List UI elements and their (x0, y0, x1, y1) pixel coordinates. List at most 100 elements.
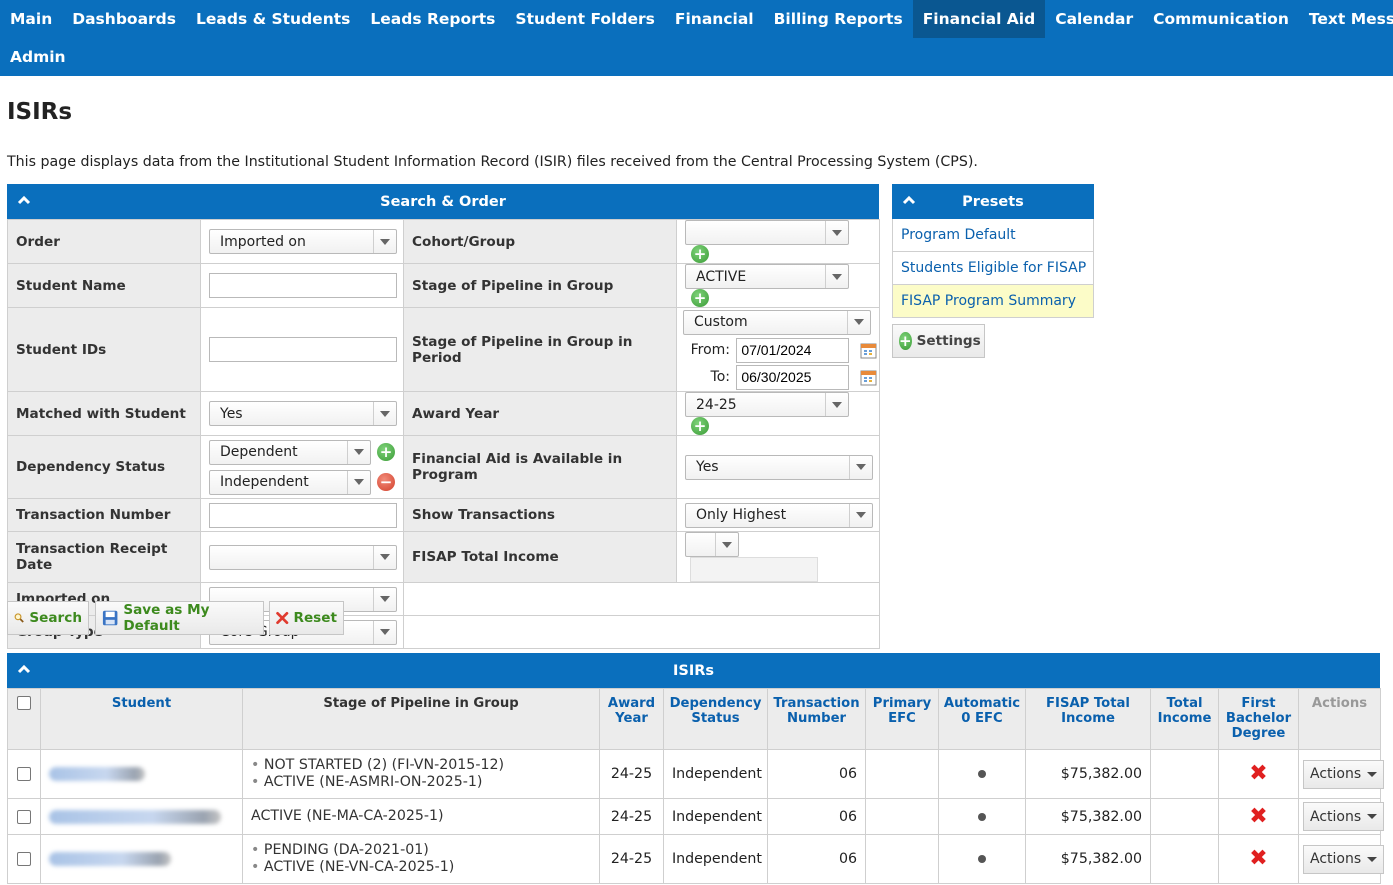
chevron-down-icon (347, 470, 370, 494)
student-link[interactable] (40, 749, 243, 799)
nav-item-financial-aid[interactable]: Financial Aid (912, 0, 1046, 38)
primary-efc-cell (865, 749, 939, 799)
stage-entry: ACTIVE (NE-ASMRI-ON-2025-1) (263, 774, 483, 790)
col-first-bachelor-degree[interactable]: First Bachelor Degree (1218, 688, 1299, 750)
col-dependency-status[interactable]: Dependency Status (663, 688, 768, 750)
dependency-select-1[interactable]: Dependent (209, 439, 371, 465)
reset-button[interactable]: Reset (269, 601, 344, 635)
nav-row-secondary: Admin (0, 38, 1393, 76)
chevron-down-icon (347, 440, 370, 464)
chevron-down-icon (847, 310, 870, 334)
chevron-down-icon (825, 221, 848, 244)
order-select[interactable]: Imported on (209, 229, 397, 254)
fisap-cell: $75,382.00 (1025, 749, 1151, 799)
select-all-checkbox[interactable] (17, 696, 31, 710)
fa-available-select[interactable]: Yes (685, 454, 873, 480)
select-all-header (7, 688, 41, 750)
nav-item-dashboards[interactable]: Dashboards (62, 0, 186, 38)
collapse-up-icon[interactable] (17, 662, 31, 676)
award-year-cell: 24-25 (599, 798, 664, 835)
award-year-label: Award Year (403, 391, 677, 436)
settings-button[interactable]: + Settings (892, 324, 985, 358)
nav-item-main[interactable]: Main (0, 0, 62, 38)
save-default-button[interactable]: Save as My Default (95, 601, 264, 635)
cohort-group-label: Cohort/Group (403, 219, 677, 264)
remove-dependency-icon[interactable]: − (377, 473, 395, 491)
nav-item-calendar[interactable]: Calendar (1045, 0, 1143, 38)
collapse-up-icon[interactable] (17, 193, 31, 207)
add-award-year-icon[interactable]: + (691, 417, 709, 435)
col-actions: Actions (1298, 688, 1381, 750)
isirs-header[interactable]: ISIRs (7, 653, 1380, 688)
stage-pipeline-select[interactable]: ACTIVE (685, 264, 849, 289)
caret-down-icon (1367, 814, 1378, 819)
chevron-down-icon (715, 533, 738, 556)
from-date-input[interactable] (736, 337, 850, 363)
col-automatic-0-efc[interactable]: Automatic 0 EFC (938, 688, 1026, 750)
nav-item-leads-reports[interactable]: Leads Reports (360, 0, 505, 38)
search-form-table: Order Imported on Cohort/Group + Student… (7, 219, 880, 649)
matched-student-select[interactable]: Yes (209, 401, 397, 426)
transaction-number-input[interactable] (209, 502, 397, 528)
chevron-down-icon (373, 402, 396, 425)
nav-item-communication[interactable]: Communication (1143, 0, 1299, 38)
primary-efc-cell (865, 834, 939, 884)
auto-efc-dot-icon (978, 770, 986, 778)
table-row: • PENDING (DA-2021-01) • ACTIVE (NE-VN-C… (7, 834, 1385, 884)
to-date-input[interactable] (736, 364, 850, 390)
actions-button[interactable]: Actions (1303, 844, 1385, 874)
col-award-year[interactable]: Award Year (599, 688, 664, 750)
nav-item-text-messages[interactable]: Text Messages (1299, 0, 1393, 38)
stage-period-select[interactable]: Custom (683, 309, 871, 335)
col-primary-efc[interactable]: Primary EFC (865, 688, 939, 750)
row-checkbox[interactable] (17, 767, 31, 781)
student-ids-input[interactable] (209, 337, 397, 362)
col-student[interactable]: Student (40, 688, 243, 750)
to-label: To: (710, 369, 730, 385)
total-income-cell (1150, 749, 1219, 799)
row-checkbox[interactable] (17, 852, 31, 866)
search-order-header[interactable]: Search & Order (7, 184, 879, 219)
calendar-icon[interactable] (860, 342, 877, 359)
show-transactions-select[interactable]: Only Highest (685, 502, 873, 528)
transaction-cell: 06 (767, 834, 866, 884)
dependency-status-label: Dependency Status (7, 435, 201, 499)
col-fisap-total-income[interactable]: FISAP Total Income (1025, 688, 1151, 750)
award-year-select[interactable]: 24-25 (685, 392, 849, 417)
dependency-cell: Independent (663, 834, 768, 884)
calendar-icon[interactable] (860, 369, 877, 386)
collapse-up-icon[interactable] (902, 193, 916, 207)
preset-program-default[interactable]: Program Default (892, 219, 1094, 252)
dependency-select-2[interactable]: Independent (209, 469, 371, 495)
stage-pipeline-label: Stage of Pipeline in Group (403, 263, 677, 308)
fisap-total-income-input[interactable] (690, 557, 818, 582)
total-income-cell (1150, 834, 1219, 884)
fisap-operator-select[interactable] (685, 532, 739, 557)
actions-button[interactable]: Actions (1303, 802, 1385, 831)
receipt-date-select[interactable] (209, 544, 397, 570)
add-stage-icon[interactable]: + (691, 289, 709, 307)
add-cohort-icon[interactable]: + (691, 245, 709, 263)
student-name-redacted (49, 852, 171, 866)
nav-item-leads-students[interactable]: Leads & Students (186, 0, 360, 38)
preset-fisap-program-summary[interactable]: FISAP Program Summary (892, 285, 1094, 318)
student-link[interactable] (40, 834, 243, 884)
nav-item-student-folders[interactable]: Student Folders (505, 0, 664, 38)
presets-panel: Presets Program Default Students Eligibl… (892, 184, 1094, 318)
cohort-group-select[interactable] (685, 220, 849, 245)
actions-button[interactable]: Actions (1303, 759, 1385, 789)
dependency-cell: Independent (663, 749, 768, 799)
row-checkbox[interactable] (17, 809, 31, 824)
student-name-input[interactable] (209, 273, 397, 298)
col-transaction-number[interactable]: Transaction Number (767, 688, 866, 750)
presets-header[interactable]: Presets (892, 184, 1094, 219)
add-dependency-icon[interactable]: + (377, 443, 395, 461)
nav-item-admin[interactable]: Admin (0, 38, 76, 76)
student-link[interactable] (40, 798, 243, 835)
search-button[interactable]: Search (7, 601, 89, 635)
preset-students-eligible-fisap[interactable]: Students Eligible for FISAP (892, 252, 1094, 285)
nav-item-financial[interactable]: Financial (665, 0, 764, 38)
col-total-income[interactable]: Total Income (1150, 688, 1219, 750)
isirs-title: ISIRs (672, 662, 715, 679)
nav-item-billing-reports[interactable]: Billing Reports (764, 0, 913, 38)
